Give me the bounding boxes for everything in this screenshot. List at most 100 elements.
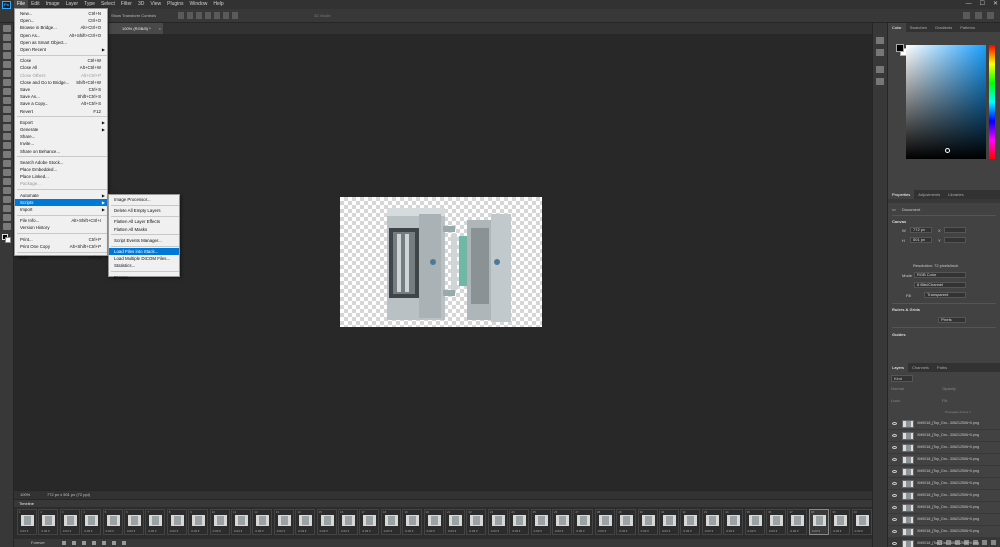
visibility-eye-icon[interactable] [892, 422, 897, 425]
menu-item-open-as-smart-object[interactable]: Open as Smart Object... [15, 39, 107, 46]
frame-delay[interactable]: 0.03 ▾ [127, 529, 135, 533]
timeline-frame[interactable]: 36 0.03 ▾ [766, 509, 786, 535]
timeline-frame[interactable]: 29 0.03 ▾ [616, 509, 637, 535]
document-tab[interactable]: 100% (RGB/8) * × [109, 23, 163, 34]
visibility-eye-icon[interactable] [892, 530, 897, 533]
timeline-frame[interactable]: 7 0.03 ▾ [145, 509, 166, 535]
align-center-icon[interactable] [187, 12, 193, 19]
timeline-frame[interactable]: 12 0.03 ▾ [252, 509, 273, 535]
timeline-frame[interactable]: 6 0.03 ▾ [124, 509, 144, 535]
layer-name[interactable]: XM9218_[Top_Dro...306212506+0.png [917, 541, 979, 545]
frame-delay[interactable]: 0.03 ▾ [683, 529, 691, 533]
filter-kind-select[interactable]: Kind [891, 375, 913, 382]
menu-window[interactable]: Window [187, 0, 211, 9]
frame-delay[interactable]: 0.03 ▾ [320, 529, 328, 533]
frame-delay[interactable]: 0.03 ▾ [448, 529, 456, 533]
blend-mode-select[interactable]: Normal [891, 386, 904, 391]
timeline-frame[interactable]: 15 0.03 ▾ [316, 509, 337, 535]
y-field[interactable] [944, 237, 966, 243]
tab-close-icon[interactable]: × [159, 23, 161, 34]
timeline-frame[interactable]: 33 0.03 ▾ [701, 509, 722, 535]
visibility-eye-icon[interactable] [892, 458, 897, 461]
layer-row[interactable]: XM9218_[Top_Dro...306212506+0.png [888, 478, 1000, 490]
fill-select[interactable]: Transparent [924, 292, 966, 298]
menu-item-image-processor[interactable]: Image Processor... [109, 196, 179, 203]
toolbar-background-swatch[interactable] [5, 237, 11, 243]
close-icon[interactable]: ✕ [993, 0, 998, 9]
menu-item-automate[interactable]: Automate ▶ [15, 192, 107, 199]
menu-item-package[interactable]: Package... [15, 180, 107, 187]
timeline-frame[interactable]: 25 0.03 ▾ [530, 509, 551, 535]
timeline-frame[interactable]: 18 0.03 ▾ [380, 509, 401, 535]
frame-delay[interactable]: 0.03 ▾ [812, 529, 820, 533]
timeline-frame[interactable]: 38 0.03 ▾ [808, 509, 829, 535]
tween-icon[interactable] [102, 541, 106, 545]
frame-delay[interactable]: 0.03 ▾ [748, 529, 756, 533]
menu-item-place-embedded[interactable]: Place Embedded... [15, 166, 107, 173]
share-icon[interactable] [987, 12, 994, 19]
align-bottom-icon[interactable] [223, 12, 229, 19]
color-picker-field[interactable] [906, 45, 986, 159]
timeline-frame[interactable]: 17 0.03 ▾ [359, 509, 380, 535]
duplicate-frame-icon[interactable] [112, 541, 116, 545]
eyedropper-tool-icon[interactable] [3, 88, 11, 95]
move-tool-icon[interactable] [3, 25, 11, 32]
align-right-icon[interactable] [196, 12, 202, 19]
timeline-frame[interactable]: 28 0.03 ▾ [594, 509, 615, 535]
artboard-tool-icon[interactable] [3, 34, 11, 41]
menu-item-generate[interactable]: Generate ▶ [15, 126, 107, 133]
menu-item-flatten-all-layer-effects[interactable]: Flatten All Layer Effects [109, 218, 179, 225]
layer-row[interactable]: XM9218_[Top_Dro...306212506+0.png [888, 502, 1000, 514]
timeline-frame[interactable]: 31 0.03 ▾ [659, 509, 679, 535]
menu-item-share-on-behance[interactable]: Share on Behance... [15, 148, 107, 155]
x-field[interactable] [944, 227, 966, 233]
layer-name[interactable]: XM9218_[Top_Dro...306212506+0.png [917, 481, 979, 485]
timeline-frame[interactable]: 5 0.03 ▾ [102, 509, 123, 535]
timeline-frame[interactable]: 1 0.03 ▾ [17, 509, 37, 535]
timeline-frame[interactable]: 13 0.03 ▾ [273, 509, 294, 535]
align-left-icon[interactable] [178, 12, 184, 19]
timeline-frame[interactable]: 23 0.03 ▾ [487, 509, 508, 535]
menu-item-open-as[interactable]: Open As... Alt+Shift+Ctrl+O [15, 32, 107, 39]
type-tool-icon[interactable] [3, 178, 11, 185]
layer-name[interactable]: XM9218_[Top_Dro...306212506+0.png [917, 517, 979, 521]
menu-item-print[interactable]: Print... Ctrl+P [15, 236, 107, 243]
frame-delay[interactable]: 0.03 ▾ [641, 529, 649, 533]
menu-view[interactable]: View [147, 0, 164, 9]
hand-tool-icon[interactable] [3, 205, 11, 212]
layer-row[interactable]: XM9218_[Top_Dro...306212506+0.png [888, 418, 1000, 430]
align-top-icon[interactable] [205, 12, 211, 19]
minimize-icon[interactable]: — [966, 0, 972, 9]
menu-item-flatten-all-masks[interactable]: Flatten All Masks [109, 226, 179, 233]
timeline-frame[interactable]: 20 0.03 ▾ [423, 509, 444, 535]
play-icon[interactable] [82, 541, 86, 545]
timeline-frame[interactable]: 32 0.03 ▾ [680, 509, 701, 535]
timeline-frame[interactable]: 21 0.03 ▾ [445, 509, 465, 535]
timeline-frame[interactable]: 26 0.03 ▾ [552, 509, 572, 535]
menu-item-close[interactable]: Close Ctrl+W [15, 57, 107, 64]
frame-delay[interactable]: 0.03 ▾ [405, 529, 413, 533]
frame-delay[interactable]: 0.03 ▾ [84, 529, 92, 533]
frame-delay[interactable]: 0.03 ▾ [619, 529, 627, 533]
timeline-frame[interactable]: 10 0.03 ▾ [209, 509, 230, 535]
layer-name[interactable]: XM9218_[Top_Dro...306212506+0.png [917, 493, 979, 497]
frame-delay[interactable]: 0.03 ▾ [855, 529, 863, 533]
timeline-frame[interactable]: 16 0.03 ▾ [338, 509, 358, 535]
tab-channels[interactable]: Channels [908, 363, 933, 372]
tab-swatches[interactable]: Swatches [906, 23, 931, 32]
menu-item-save-a-copy[interactable]: Save a Copy... Alt+Ctrl+S [15, 100, 107, 107]
previous-frame-icon[interactable] [72, 541, 76, 545]
menu-item-scripts[interactable]: Scripts ▶ [15, 198, 107, 206]
frame-delay[interactable]: 0.03 ▾ [555, 529, 563, 533]
frame-delay[interactable]: 0.03 ▾ [191, 529, 199, 533]
layer-name[interactable]: XM9218_[Top_Dro...306212506+0.png [917, 505, 979, 509]
layer-row[interactable]: XM9218_[Top_Dro...306212506+0.png [888, 466, 1000, 478]
frame-delay[interactable]: 0.03 ▾ [170, 529, 178, 533]
color-picker-cursor[interactable] [945, 148, 950, 153]
delete-frame-icon[interactable] [122, 541, 126, 545]
menu-item-open-recent[interactable]: Open Recent ▶ [15, 46, 107, 53]
menu-item-version-history[interactable]: Version History [15, 224, 107, 231]
timeline-frame[interactable]: 8 0.03 ▾ [166, 509, 187, 535]
history-brush-tool-icon[interactable] [3, 124, 11, 131]
menu-item-save-as[interactable]: Save As... Shift+Ctrl+S [15, 93, 107, 100]
